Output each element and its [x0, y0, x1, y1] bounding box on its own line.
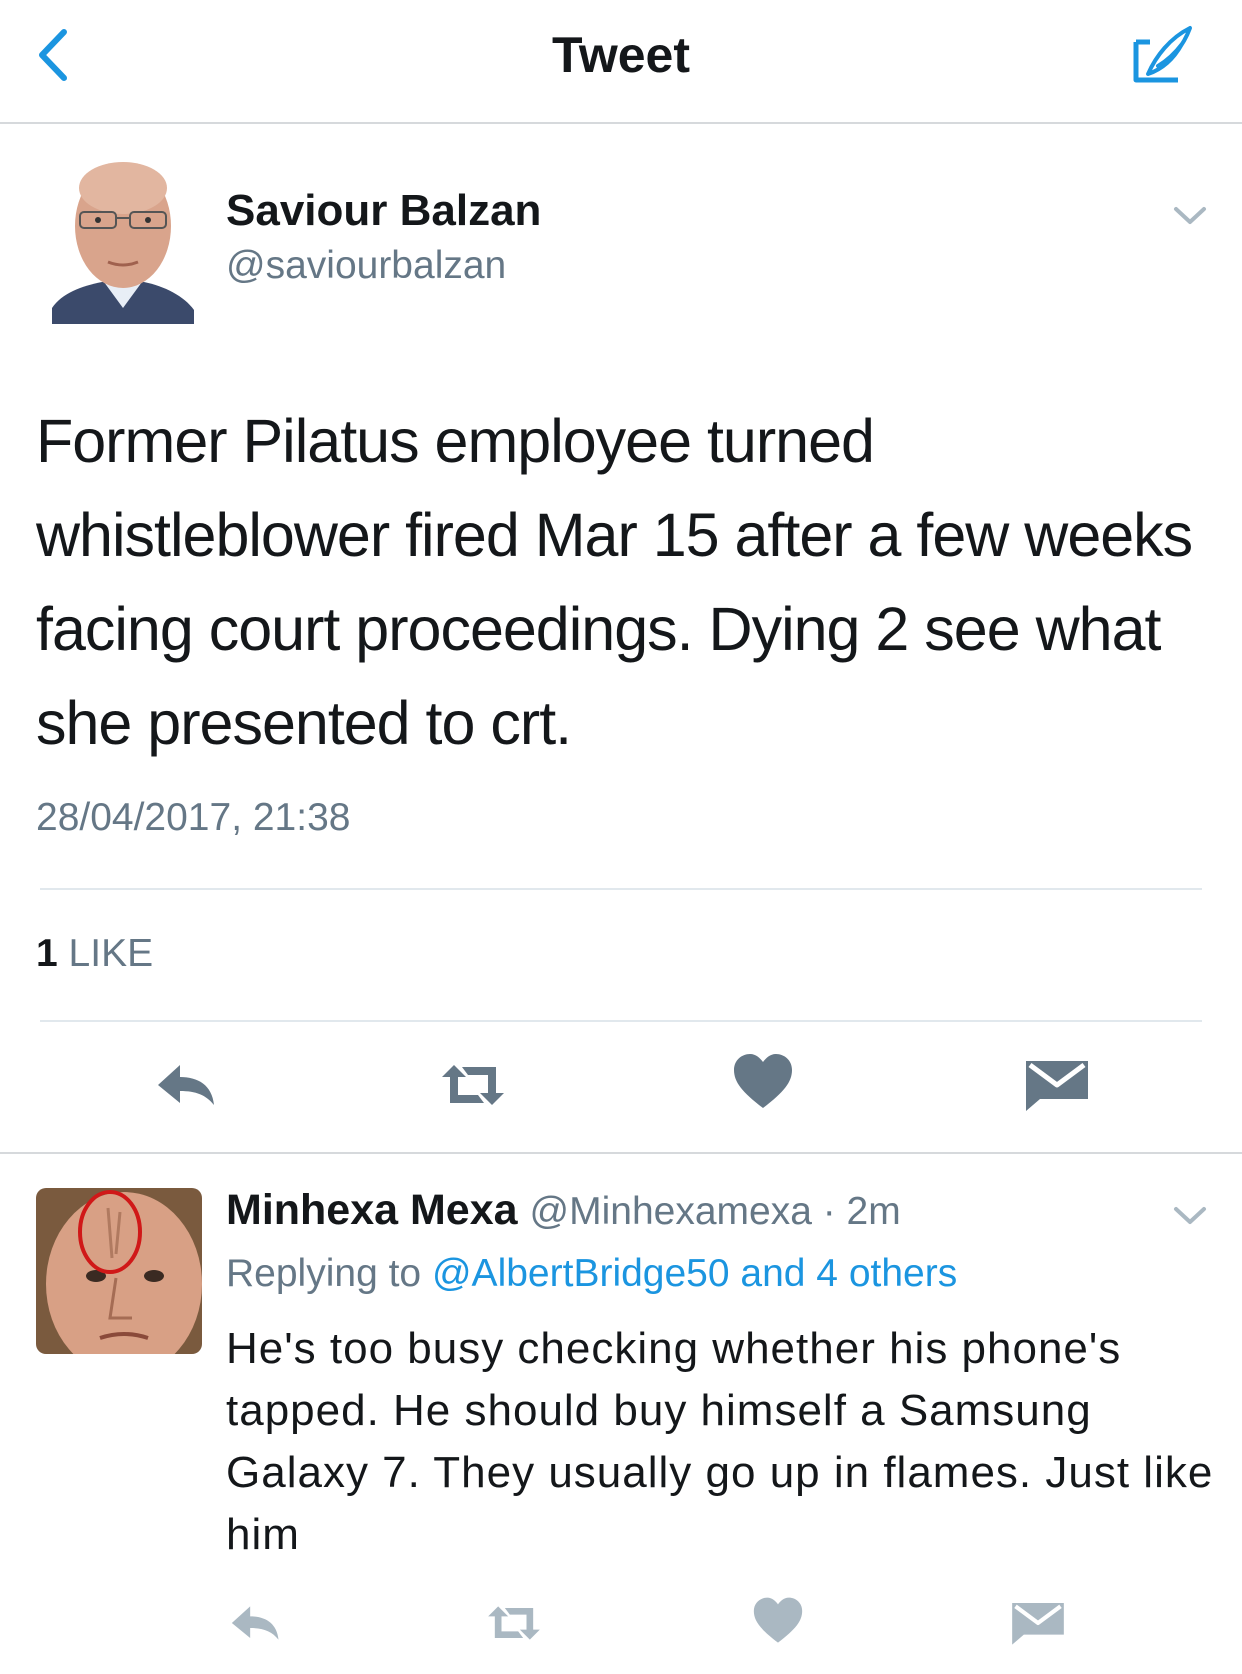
replying-targets-link[interactable]: @AlbertBridge50 and 4 others [432, 1252, 957, 1295]
compose-icon[interactable] [1128, 22, 1198, 88]
retweet-icon[interactable] [484, 1598, 544, 1648]
author-handle[interactable]: @saviourbalzan [226, 244, 506, 288]
reply-author-meta[interactable]: @Minhexamexa · 2m [530, 1190, 901, 1233]
reply-icon[interactable] [226, 1598, 286, 1648]
divider [40, 888, 1202, 890]
likes-label: LIKE [68, 932, 154, 975]
reply-text: He's too busy checking whether his phone… [226, 1324, 1214, 1559]
replying-to-line: Replying to @AlbertBridge50 and 4 others [226, 1252, 957, 1296]
reply-header: Minhexa Mexa @Minhexamexa · 2m [226, 1186, 901, 1235]
likes-summary[interactable]: 1 LIKE [36, 932, 153, 976]
reply-icon[interactable] [152, 1055, 222, 1115]
page-title: Tweet [552, 27, 690, 83]
reply-author-name[interactable]: Minhexa Mexa [226, 1186, 518, 1234]
chevron-down-icon[interactable] [1170, 200, 1210, 230]
direct-message-icon[interactable] [1022, 1055, 1092, 1115]
tweet-text: Former Pilatus employee turned whistlebl… [36, 407, 1193, 757]
avatar[interactable] [36, 1188, 202, 1354]
retweet-icon[interactable] [438, 1055, 508, 1115]
nav-bar: Tweet [0, 0, 1242, 124]
likes-count: 1 [36, 932, 58, 975]
like-icon[interactable] [748, 1596, 808, 1646]
divider [40, 1020, 1202, 1022]
tweet-timestamp: 28/04/2017, 21:38 [36, 796, 351, 839]
tweet-separator [0, 1152, 1242, 1154]
like-icon[interactable] [728, 1052, 798, 1112]
avatar[interactable] [52, 158, 194, 324]
direct-message-icon[interactable] [1008, 1598, 1068, 1648]
chevron-down-icon[interactable] [1170, 1200, 1210, 1230]
replying-prefix: Replying to [226, 1252, 422, 1295]
author-name[interactable]: Saviour Balzan [226, 186, 541, 236]
